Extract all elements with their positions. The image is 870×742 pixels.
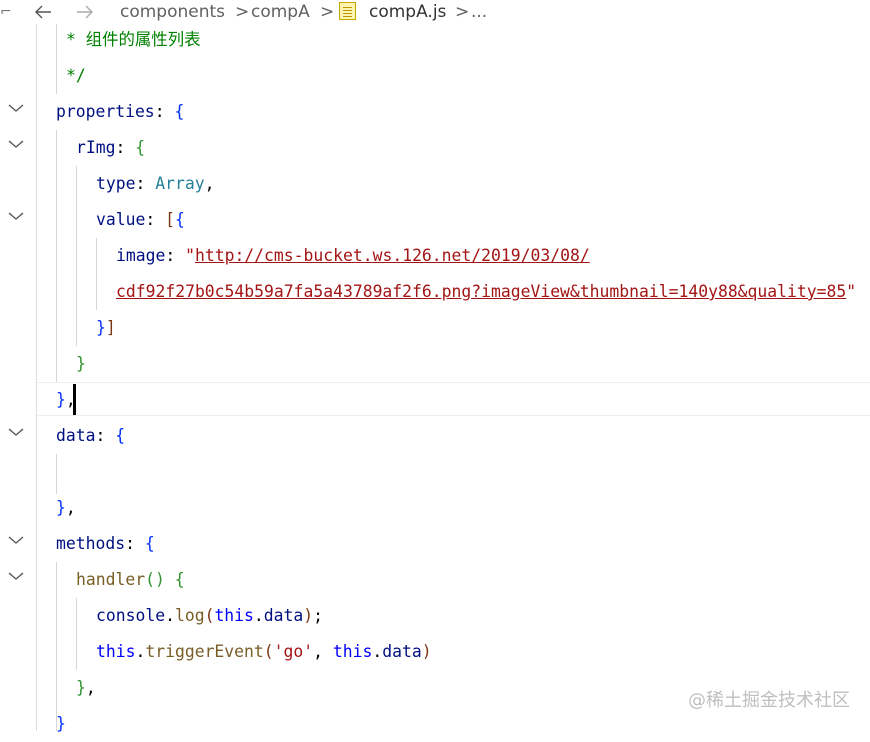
code-line: },: [56, 498, 76, 517]
code-line: properties: {: [56, 102, 185, 121]
code-line: rImg: {: [76, 138, 146, 157]
code-line: * 组件的属性列表: [66, 30, 201, 49]
indent-guide: [56, 454, 57, 494]
code-line: value: [{: [96, 210, 185, 229]
indent-guide: [76, 166, 77, 346]
forward-arrow-icon[interactable]: [75, 4, 95, 20]
indent-guide: [56, 24, 57, 94]
code-line: this.triggerEvent('go', this.data): [96, 642, 432, 661]
chevron-down-icon[interactable]: [6, 530, 26, 550]
breadcrumb-item-compA[interactable]: compA: [251, 0, 310, 24]
current-line-highlight: [37, 382, 870, 416]
watermark: @稀土掘金技术社区: [688, 690, 850, 711]
code-line: },: [76, 678, 96, 697]
url-link[interactable]: cdf92f27b0c54b59a7fa5a43789af2f6.png?ima…: [116, 282, 846, 301]
gutter-divider: [36, 24, 37, 731]
code-line: console.log(this.data);: [96, 606, 324, 625]
text-cursor: [73, 384, 76, 415]
chevron-down-icon[interactable]: [6, 98, 26, 118]
code-line: methods: {: [56, 534, 155, 553]
chevron-right-icon: >: [235, 2, 250, 22]
chevron-down-icon[interactable]: [6, 566, 26, 586]
code-line: type: Array,: [96, 174, 215, 193]
indent-guide: [96, 238, 97, 310]
breadcrumb-bar: ⌐ components > compA > compA.js > ...: [0, 0, 870, 24]
url-link[interactable]: http://cms-bucket.ws.126.net/2019/03/08/: [195, 246, 590, 265]
code-line: handler() {: [76, 570, 185, 589]
chevron-down-icon[interactable]: [6, 134, 26, 154]
chevron-right-icon: >: [455, 2, 470, 22]
chevron-down-icon[interactable]: [6, 206, 26, 226]
breadcrumb-item-more[interactable]: ...: [471, 0, 487, 24]
breadcrumb-item-file[interactable]: compA.js: [369, 0, 446, 24]
code-line: }: [56, 714, 66, 733]
code-line: }]: [96, 318, 116, 337]
indent-guide: [56, 130, 57, 382]
code-line: cdf92f27b0c54b59a7fa5a43789af2f6.png?ima…: [116, 282, 857, 301]
breadcrumb-item-components[interactable]: components: [120, 0, 225, 24]
code-line: }: [76, 354, 86, 373]
code-line: data: {: [56, 426, 126, 445]
js-file-icon: [339, 2, 356, 20]
indent-guide: [76, 598, 77, 670]
code-line: */: [66, 66, 86, 85]
panel-edge-icon: ⌐: [0, 4, 12, 20]
chevron-down-icon[interactable]: [6, 422, 26, 442]
chevron-right-icon: >: [320, 2, 335, 22]
back-arrow-icon[interactable]: [33, 4, 53, 20]
code-line: image: "http://cms-bucket.ws.126.net/201…: [116, 246, 590, 265]
